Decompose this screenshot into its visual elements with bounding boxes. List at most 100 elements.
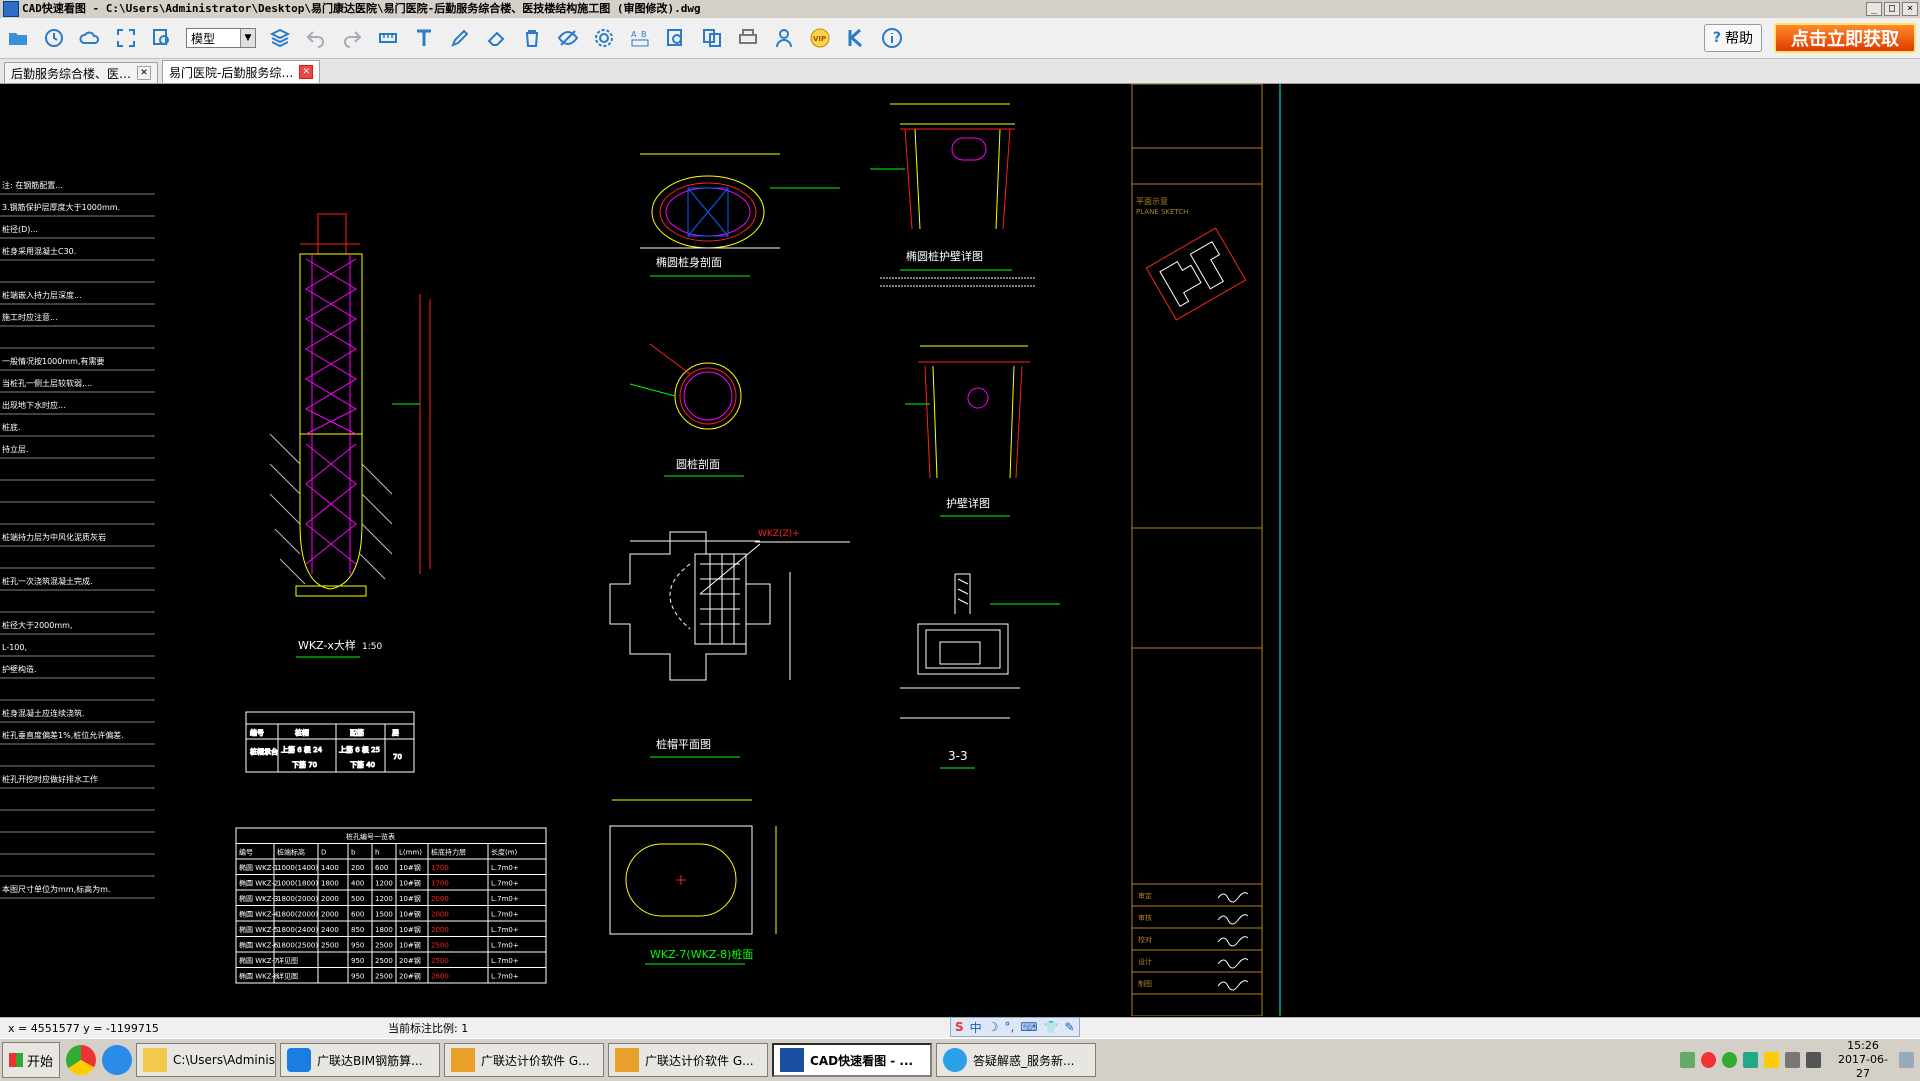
taskbar: 开始 C:\Users\Adminis... 广联达BIM钢筋算... 广联达计… bbox=[0, 1038, 1920, 1081]
text-icon[interactable] bbox=[410, 24, 438, 52]
pile-table: 桩孔编号一览表编号 桩端标高 Db h L(mm) 桩底持力层 长度(m)椭圆 WKZ-11… bbox=[235, 827, 547, 984]
maximize-button[interactable]: □ bbox=[1884, 2, 1900, 16]
k-icon[interactable] bbox=[842, 24, 870, 52]
note-line: 护壁构造. bbox=[2, 664, 37, 674]
taskbar-item-glodon-bim[interactable]: 广联达BIM钢筋算... bbox=[280, 1043, 441, 1077]
ime-logo-icon[interactable]: S bbox=[955, 1020, 964, 1034]
title-block: 平面示意 PLANE SKETCH 审定审核校对设计制图 bbox=[1131, 84, 1281, 1016]
doc-tab-2[interactable]: 易门医院-后勤服务综… ✕ bbox=[162, 60, 321, 83]
compare-icon[interactable] bbox=[698, 24, 726, 52]
undo-icon[interactable] bbox=[302, 24, 330, 52]
pile-table-cell: 10#钢 bbox=[399, 894, 421, 903]
measure-icon[interactable] bbox=[374, 24, 402, 52]
hide-icon[interactable] bbox=[554, 24, 582, 52]
layers-icon[interactable] bbox=[266, 24, 294, 52]
doc-tab-1[interactable]: 后勤服务综合楼、医… ✕ bbox=[4, 62, 159, 83]
pile-table-cell: L.7m0+ bbox=[491, 864, 519, 872]
redo-icon[interactable] bbox=[338, 24, 366, 52]
note-line: 当桩孔一侧土层较软弱,... bbox=[2, 378, 92, 388]
ime-moon-icon[interactable]: ☽ bbox=[988, 1020, 999, 1034]
ime-keyboard-icon[interactable]: ⌨ bbox=[1020, 1020, 1037, 1034]
recent-icon[interactable] bbox=[40, 24, 68, 52]
cap-table-cell: 桩帽承台 bbox=[250, 747, 278, 756]
cap-table-header: 配筋 bbox=[350, 728, 364, 737]
pile-table-cell: 1500 bbox=[375, 911, 393, 919]
display-icon[interactable] bbox=[1785, 1052, 1801, 1068]
taskbar-item-pricing-1[interactable]: 广联达计价软件 G... bbox=[444, 1043, 605, 1077]
user-icon[interactable] bbox=[770, 24, 798, 52]
cap-table-cell: 70 bbox=[393, 753, 402, 761]
volume-icon[interactable] bbox=[1806, 1052, 1822, 1068]
taskbar-item-pricing-2[interactable]: 广联达计价软件 G... bbox=[608, 1043, 769, 1077]
eraser-icon[interactable] bbox=[482, 24, 510, 52]
signature-label: 审核 bbox=[1138, 913, 1152, 922]
taskbar-item-ie[interactable]: 答疑解惑_服务新... bbox=[936, 1043, 1097, 1077]
pile-table-cell: 10#钢 bbox=[399, 879, 421, 888]
help-button[interactable]: ? 帮助 bbox=[1703, 24, 1762, 52]
doc-tab-label: 后勤服务综合楼、医… bbox=[11, 66, 132, 81]
close-button[interactable]: × bbox=[1902, 2, 1918, 16]
ime-mode-icon[interactable]: 中 bbox=[970, 1019, 982, 1036]
chevron-down-icon: ▼ bbox=[240, 29, 255, 47]
close-icon[interactable]: ✕ bbox=[299, 65, 314, 79]
pile-table-header: D bbox=[321, 849, 326, 857]
close-icon[interactable]: ✕ bbox=[137, 66, 152, 80]
wkz-note: WKZ(Z)+ bbox=[758, 529, 800, 539]
ime-tool-icon[interactable]: ✎ bbox=[1065, 1020, 1075, 1034]
start-button[interactable]: 开始 bbox=[2, 1042, 61, 1078]
pricing-icon bbox=[451, 1048, 476, 1072]
pile-table-header: 桩底持力层 bbox=[431, 848, 466, 857]
ellipse-wall-title: 椭圆桩护壁详图 bbox=[906, 249, 983, 263]
minimize-button[interactable]: _ bbox=[1866, 2, 1882, 16]
app-icon bbox=[3, 1, 19, 17]
ime-toolbar[interactable]: S 中 ☽ °, ⌨ 👕 ✎ bbox=[950, 1017, 1080, 1037]
windows-logo-icon bbox=[9, 1053, 23, 1067]
shield-icon[interactable] bbox=[1743, 1052, 1759, 1068]
ime-skin-icon[interactable]: 👕 bbox=[1044, 1020, 1059, 1034]
note-line: 施工时应注意... bbox=[2, 312, 58, 322]
promo-button[interactable]: 点击立即获取 bbox=[1774, 23, 1916, 53]
info-icon[interactable] bbox=[878, 24, 906, 52]
circle-section-title: 圆桩剖面 bbox=[676, 457, 720, 471]
fullscreen-icon[interactable] bbox=[112, 24, 140, 52]
cap-plan-title: 桩帽平面图 bbox=[656, 737, 711, 751]
wkz-plan-title: WKZ-7(WKZ-8)桩面 bbox=[650, 947, 753, 961]
pile-table-cell: 详见图 bbox=[277, 956, 298, 965]
drawing-canvas[interactable]: 注: 在钢筋配置... 3.钢筋保护层厚度大于1000mm. 桩径(D)... 桩身采… bbox=[0, 84, 1920, 1016]
ie-icon bbox=[943, 1048, 968, 1072]
pile-table-cell: 详见图 bbox=[277, 972, 298, 981]
model-select-value: 模型 bbox=[191, 31, 216, 46]
pen-icon[interactable] bbox=[446, 24, 474, 52]
cap-table-cell: 上筋 6 根 24 bbox=[281, 745, 323, 754]
network-icon[interactable] bbox=[1680, 1052, 1696, 1068]
open-icon[interactable] bbox=[4, 24, 32, 52]
cloud-icon[interactable] bbox=[76, 24, 104, 52]
zoom-window-icon[interactable] bbox=[148, 24, 176, 52]
clock[interactable]: 15:26 2017-06-27 bbox=[1833, 1039, 1893, 1081]
coords-readout: x = 4551577 y = -1199715 bbox=[8, 1021, 159, 1035]
taskbar-item-cad[interactable]: CAD快速看图 - ... bbox=[772, 1043, 933, 1077]
model-select[interactable]: 模型 ▼ bbox=[186, 28, 256, 48]
print-icon[interactable] bbox=[734, 24, 762, 52]
taskbar-item-explorer[interactable]: C:\Users\Adminis... bbox=[136, 1043, 277, 1077]
vip-icon[interactable]: VIP bbox=[806, 24, 834, 52]
delete-icon[interactable] bbox=[518, 24, 546, 52]
chrome-tray-icon[interactable] bbox=[1701, 1052, 1717, 1068]
sync-icon[interactable] bbox=[1722, 1052, 1738, 1068]
chrome-icon[interactable] bbox=[66, 1045, 97, 1075]
pile-table-cell: 2000 bbox=[431, 911, 449, 919]
show-desktop-icon[interactable] bbox=[1899, 1052, 1914, 1068]
browser-icon[interactable] bbox=[102, 1045, 133, 1075]
match-icon[interactable]: AB bbox=[626, 24, 654, 52]
signature-label: 设计 bbox=[1138, 957, 1152, 966]
lock-icon[interactable] bbox=[1764, 1052, 1780, 1068]
settings-icon[interactable] bbox=[590, 24, 618, 52]
svg-text:VIP: VIP bbox=[813, 35, 826, 43]
pile-table-cell: 850 bbox=[351, 926, 364, 934]
folder-icon bbox=[143, 1048, 168, 1072]
ime-punct-icon[interactable]: °, bbox=[1004, 1020, 1014, 1034]
pile-table-header: b bbox=[351, 849, 356, 857]
doc-tab-label: 易门医院-后勤服务综… bbox=[169, 65, 294, 80]
search-text-icon[interactable] bbox=[662, 24, 690, 52]
wall-detail-drawing: 护壁详图 bbox=[905, 345, 1030, 517]
